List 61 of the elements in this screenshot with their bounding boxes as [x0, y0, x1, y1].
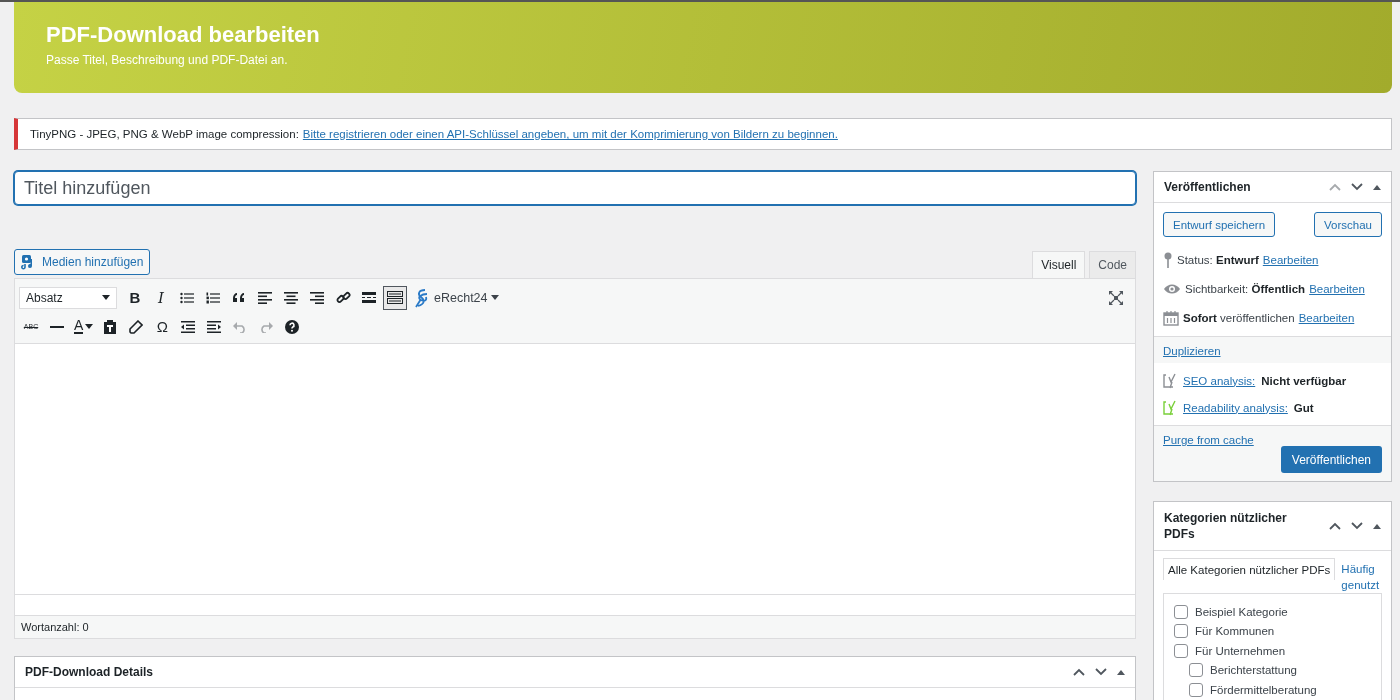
checkbox[interactable] — [1189, 663, 1203, 678]
italic-button[interactable]: I — [149, 285, 173, 310]
chevron-down-icon[interactable] — [1351, 522, 1363, 530]
editor-tab[interactable]: Code — [1089, 251, 1136, 278]
chevron-down-icon[interactable] — [1095, 668, 1107, 676]
analysis-link[interactable]: SEO analysis: — [1183, 374, 1256, 387]
preview-button[interactable]: Vorschau — [1314, 212, 1382, 237]
save-draft-button[interactable]: Entwurf speichern — [1163, 212, 1276, 237]
format-select[interactable]: Absatz — [19, 286, 117, 309]
notice-link[interactable]: Bitte registrieren oder einen API-Schlüssel angeben, um mit der Komprimierung von Bildern zu beginnen. — [302, 128, 838, 140]
calendar-icon — [1163, 309, 1179, 326]
checkbox[interactable] — [1174, 624, 1188, 639]
category-tab[interactable]: Alle Kategorien nützlicher PDFs — [1163, 558, 1336, 580]
caret-icon — [490, 295, 499, 300]
page-title: PDF-Download bearbeiten — [46, 22, 321, 48]
pin-icon — [1163, 251, 1173, 268]
edit-link[interactable]: Bearbeiten — [1262, 253, 1319, 266]
publish-button[interactable]: Veröffentlichen — [1280, 446, 1382, 473]
purge-cache-link[interactable]: Purge from cache — [1163, 434, 1254, 446]
triangle-up-icon[interactable] — [1373, 184, 1381, 190]
caret-icon — [85, 324, 94, 329]
category-label: Für Unternehmen — [1195, 644, 1286, 657]
triangle-up-icon[interactable] — [1117, 669, 1125, 675]
category-label: Für Kommunen — [1195, 625, 1275, 638]
chevron-up-icon[interactable] — [1329, 522, 1341, 530]
box-title: Veröffentlichen — [1164, 180, 1251, 194]
duplicate-link[interactable]: Duplizieren — [1163, 345, 1221, 357]
editor-tab[interactable]: Visuell — [1032, 251, 1086, 278]
box-title: Kategorien nützlicher PDFs — [1164, 510, 1288, 543]
word-count: Wortanzahl: 0 — [21, 621, 89, 633]
page-subtitle: Passe Titel, Beschreibung und PDF-Datei an. — [46, 53, 289, 67]
checkbox[interactable] — [1189, 682, 1203, 697]
chevron-down-icon[interactable] — [1351, 183, 1363, 191]
checkbox[interactable] — [1174, 604, 1188, 619]
publish-setting: Sofort veröffentlichen — [1183, 311, 1295, 324]
category-label: Berichterstattung — [1210, 664, 1297, 677]
analysis-result: Gut — [1293, 401, 1314, 414]
fullscreen-icon[interactable] — [1109, 290, 1123, 305]
edit-link[interactable]: Bearbeiten — [1309, 282, 1365, 295]
analysis-link[interactable]: Readability analysis: — [1183, 401, 1288, 414]
triangle-up-icon[interactable] — [1373, 523, 1381, 529]
textcolor-button[interactable]: A — [71, 314, 97, 339]
title-field[interactable]: Titel hinzufügen — [14, 171, 1136, 205]
toolbar-toggle-icon[interactable] — [383, 285, 407, 310]
notice-text: TinyPNG - JPEG, PNG & WebP image compression: — [30, 128, 299, 140]
category-label: Beispiel Kategorie — [1195, 605, 1288, 618]
checkbox[interactable] — [1174, 643, 1188, 658]
bold-button[interactable]: B — [123, 285, 147, 310]
caret-icon — [102, 295, 110, 300]
edit-link[interactable]: Bearbeiten — [1298, 311, 1355, 324]
eye-icon — [1163, 282, 1181, 295]
publish-setting: Sichtbarkeit: Öffentlich — [1185, 282, 1306, 295]
publish-setting: Status: Entwurf — [1177, 253, 1259, 266]
omega-button[interactable]: Ω — [150, 314, 175, 339]
erecht24-menu[interactable]: eRecht24 — [413, 287, 499, 308]
box-title: PDF-Download Details — [25, 665, 153, 679]
category-tab[interactable]: Häufig genutzt — [1341, 558, 1382, 593]
category-label: Fördermittelberatung — [1210, 683, 1317, 696]
analysis-result: Nicht verfügbar — [1261, 374, 1347, 387]
chevron-up-icon[interactable] — [1073, 668, 1085, 676]
add-media-button[interactable]: Medien hinzufügen — [14, 249, 151, 275]
